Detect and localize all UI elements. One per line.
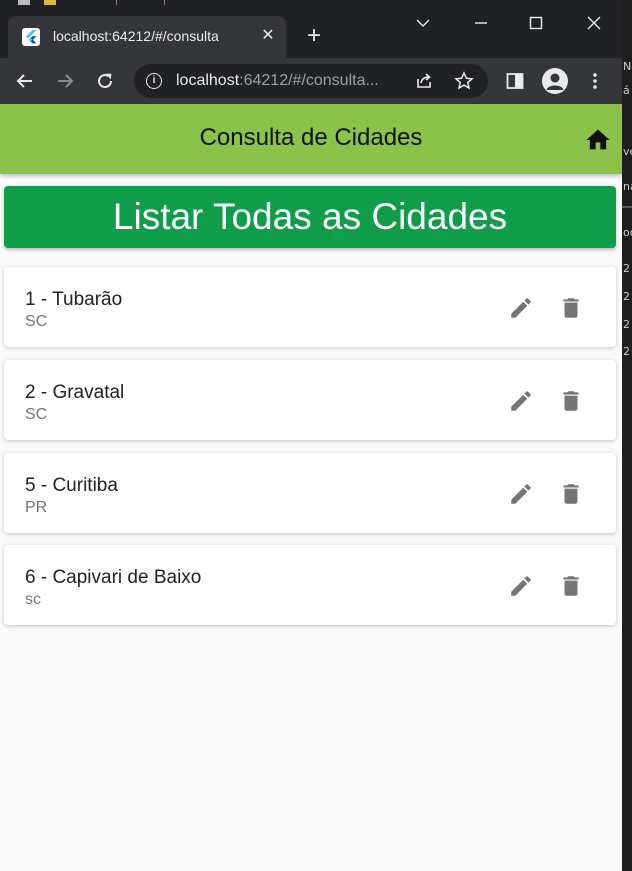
- tab-search-icon[interactable]: [408, 8, 438, 38]
- page-title: Consulta de Cidades: [199, 124, 423, 151]
- list-all-cities-button[interactable]: Listar Todas as Cidades: [4, 186, 616, 248]
- star-icon[interactable]: [454, 71, 474, 91]
- background-text: 2: [623, 318, 630, 331]
- share-icon[interactable]: [414, 71, 434, 91]
- desktop-fragment: [44, 0, 56, 5]
- reload-icon[interactable]: [90, 66, 120, 96]
- minimize-icon[interactable]: [466, 8, 496, 38]
- city-title: 1 - Tubarão: [25, 289, 123, 310]
- city-title: 6 - Capivari de Baixo: [25, 567, 202, 588]
- background-text: No: [623, 60, 632, 73]
- desktop-fragment: [18, 0, 30, 5]
- tab-consulta[interactable]: localhost:64212/#/consulta ✕: [8, 16, 286, 58]
- trash-icon[interactable]: [558, 295, 584, 321]
- url-host: localhost: [176, 72, 240, 89]
- city-state: PR: [25, 499, 48, 516]
- pencil-icon[interactable]: [508, 573, 534, 599]
- city-state: SC: [25, 313, 48, 330]
- info-icon[interactable]: i: [146, 73, 162, 89]
- city-card[interactable]: 6 - Capivari de Baixo sc: [4, 545, 616, 625]
- new-tab-icon[interactable]: +: [302, 24, 326, 48]
- city-card[interactable]: 1 - Tubarão SC: [4, 267, 616, 347]
- side-panel-icon[interactable]: [500, 66, 530, 96]
- flutter-favicon-icon: [22, 28, 40, 46]
- trash-icon[interactable]: [558, 481, 584, 507]
- tab-title: localhost:64212/#/consulta: [53, 28, 219, 44]
- maximize-icon[interactable]: [521, 8, 551, 38]
- arrow-right-icon[interactable]: [50, 66, 80, 96]
- home-icon[interactable]: [584, 126, 612, 154]
- desktop-fragment: [164, 0, 165, 5]
- desktop-fragments: [0, 0, 180, 8]
- url-path: :64212/#/consulta...: [239, 72, 379, 89]
- city-state: SC: [25, 406, 48, 423]
- tab-strip: localhost:64212/#/consulta ✕ +: [0, 0, 622, 58]
- trash-icon[interactable]: [558, 573, 584, 599]
- city-state: sc: [25, 591, 41, 608]
- city-card[interactable]: 5 - Curitiba PR: [4, 453, 616, 533]
- city-title: 2 - Gravatal: [25, 382, 125, 403]
- city-card[interactable]: 2 - Gravatal SC: [4, 360, 616, 440]
- url-text: localhost:64212/#/consulta...: [176, 72, 379, 90]
- background-text: 2: [623, 262, 630, 275]
- pencil-icon[interactable]: [508, 481, 534, 507]
- background-text: 2: [623, 345, 630, 358]
- background-text: oc: [623, 226, 632, 239]
- browser-window: localhost:64212/#/consulta ✕ + i localho…: [0, 0, 622, 871]
- background-window-edge: No á ve na oc 2 2 2 2: [622, 0, 632, 871]
- kebab-menu-icon[interactable]: [580, 66, 610, 96]
- desktop-fragment: [116, 0, 117, 5]
- background-text: ve: [623, 145, 632, 158]
- app-content: Consulta de Cidades Listar Todas as Cida…: [0, 104, 622, 871]
- arrow-left-icon[interactable]: [10, 66, 40, 96]
- address-bar[interactable]: i localhost:64212/#/consulta...: [134, 64, 488, 98]
- background-text: á: [623, 84, 630, 97]
- trash-icon[interactable]: [558, 388, 584, 414]
- browser-toolbar: i localhost:64212/#/consulta...: [0, 58, 622, 104]
- background-text: 2: [623, 290, 630, 303]
- pencil-icon[interactable]: [508, 388, 534, 414]
- background-text: na: [623, 180, 632, 193]
- profile-icon[interactable]: [542, 68, 568, 94]
- city-title: 5 - Curitiba: [25, 475, 118, 496]
- pencil-icon[interactable]: [508, 295, 534, 321]
- close-window-icon[interactable]: [579, 8, 609, 38]
- background-divider: [622, 206, 632, 208]
- close-tab-icon[interactable]: ✕: [258, 26, 278, 46]
- app-bar: Consulta de Cidades: [0, 104, 622, 174]
